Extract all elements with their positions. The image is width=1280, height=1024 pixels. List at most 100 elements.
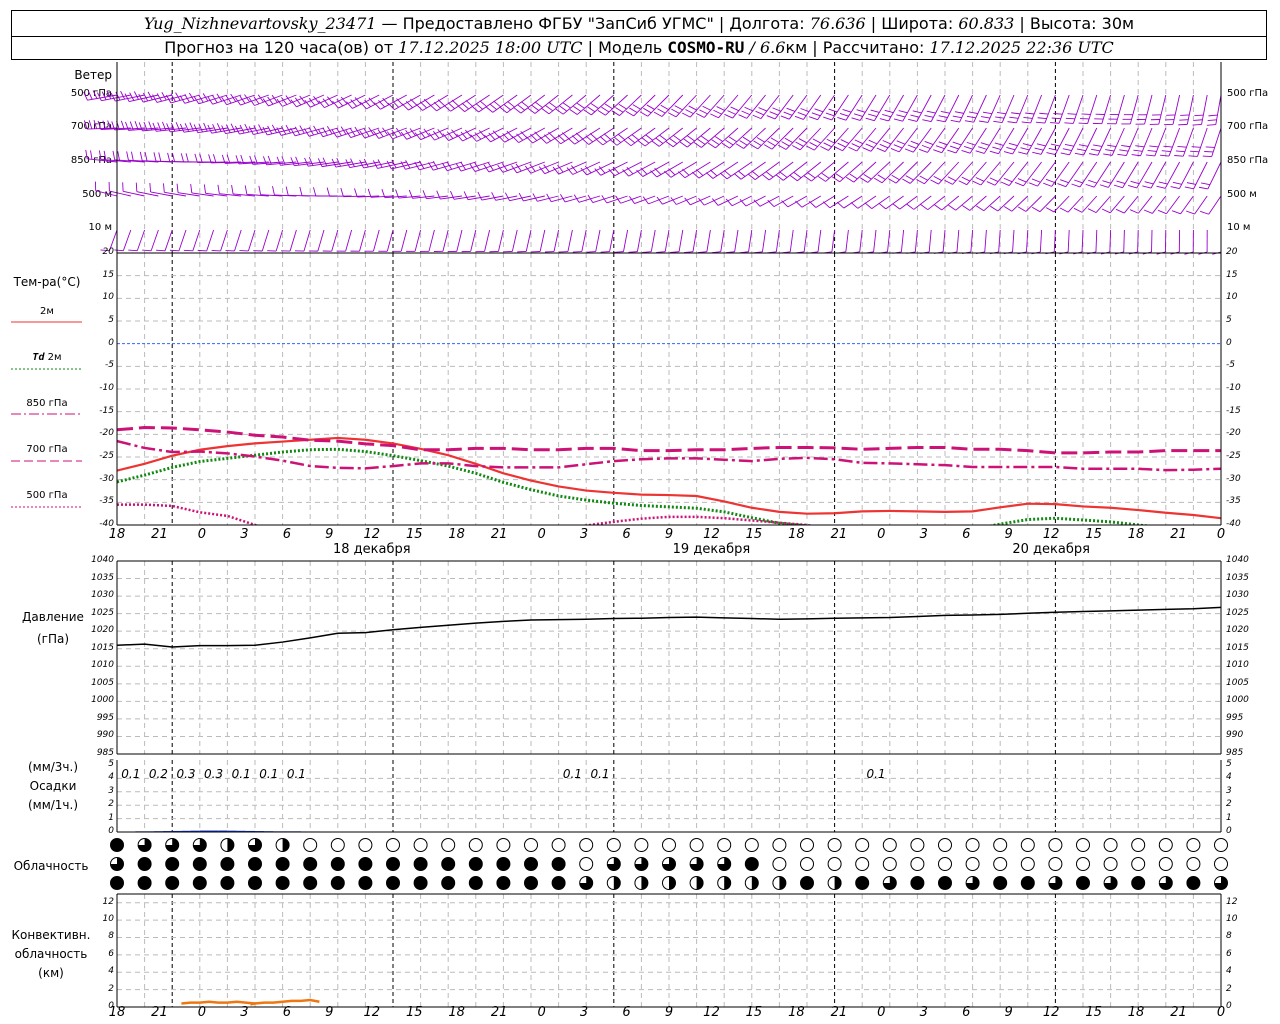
cloud-symbol-outline (1103, 857, 1118, 871)
wind-barb-feather (723, 169, 732, 177)
cloud-symbol-fill (220, 876, 234, 890)
wind-barb-staff (706, 229, 711, 252)
wind-barb-feather (567, 137, 576, 145)
cloud-symbol (386, 876, 400, 890)
cloud-symbol-outline (1048, 838, 1063, 852)
wind-barb-feather (842, 108, 852, 113)
wind-barb-feather (1009, 116, 1019, 119)
wind-barb-feather (958, 180, 967, 186)
cloud-symbol (717, 838, 732, 852)
wind-barb-staff (761, 229, 767, 252)
cloud-symbol (827, 857, 842, 871)
wind-barb-staff (386, 229, 394, 252)
cloud-symbol-fill (1021, 876, 1035, 890)
cloud-symbol-outline (441, 838, 456, 852)
wind-barb-feather (947, 176, 957, 182)
wind-barb-feather (714, 136, 723, 142)
wind-barb (406, 229, 422, 252)
wind-barb (1131, 127, 1153, 157)
wind-barb-feather (863, 174, 872, 180)
wind-barb-feather (707, 142, 716, 149)
wind-barb-feather (1008, 142, 1018, 147)
wind-barb-feather (919, 175, 928, 181)
wind-barb (518, 192, 545, 202)
wind-barb-feather (765, 171, 774, 178)
wind-barb-feather (129, 92, 135, 101)
wind-barb-staff (650, 229, 656, 252)
wind-barb-feather (1179, 119, 1189, 121)
wind-barb (1101, 195, 1125, 214)
wind-barb-feather (1105, 149, 1115, 152)
wind-barb-feather (1036, 143, 1046, 147)
wind-barb-feather (891, 174, 900, 181)
wind-barb-feather (982, 111, 992, 115)
wind-barb (836, 229, 849, 254)
wind-barb-staff (1053, 229, 1056, 252)
wind-barb (558, 229, 573, 253)
cloud-symbol-fill (641, 876, 648, 890)
wind-barb (753, 195, 780, 207)
wind-barb-feather (581, 138, 590, 145)
cloud-symbol (634, 876, 649, 890)
wind-barb-feather (835, 173, 844, 179)
conv-xtick-label: 21 (490, 1005, 508, 1020)
wind-barb-staff (247, 229, 256, 252)
conv-ytick-right: 2 (1226, 983, 1232, 994)
cloud-symbol-fill (227, 838, 234, 852)
wind-barb-feather (1121, 145, 1131, 148)
wind-barb-feather (1180, 114, 1190, 116)
wind-barb-feather (693, 142, 702, 148)
wind-barb-feather (947, 149, 957, 154)
wind-barb (1164, 94, 1181, 126)
wind-barb-feather (669, 138, 678, 145)
wind-barb-feather (821, 172, 830, 179)
wind-barb-feather (1060, 152, 1070, 156)
wind-barb-feather (964, 145, 973, 150)
temp-xtick-label: 0 (1216, 527, 1226, 542)
wind-barb-feather (966, 115, 976, 119)
cloud-symbol-fill (193, 857, 207, 871)
wind-barb-feather (1003, 177, 1013, 183)
wind-barb-feather (185, 153, 189, 163)
wind-barb-feather (525, 136, 533, 144)
wind-barb-feather (130, 151, 134, 161)
wind-barb-feather (879, 143, 889, 149)
cloud-symbol (358, 838, 373, 852)
cloud-symbol (386, 838, 400, 852)
cloud-symbol-fill (441, 876, 455, 890)
wind-barb-feather (1076, 148, 1086, 152)
wind-barb-feather (429, 104, 437, 112)
cloud-symbol (220, 838, 235, 852)
wind-barb-feather (756, 137, 765, 143)
wind-barb (1099, 161, 1125, 188)
wind-barb-feather (935, 145, 945, 150)
wind-barb-feather (862, 147, 872, 152)
temp-xtick-label: 0 (537, 527, 546, 542)
wind-barb-feather (518, 192, 524, 202)
precip-ytick-left: 1 (108, 812, 114, 823)
wind-barb-feather (107, 120, 111, 130)
wind-barb-feather (299, 186, 303, 196)
wind-barb (936, 94, 960, 123)
cloud-symbol-outline (993, 857, 1008, 871)
cloud-symbol (137, 857, 152, 871)
conv-xtick-label: 9 (664, 1005, 674, 1020)
cloud-symbol (110, 876, 124, 890)
wind-barb-feather (391, 159, 397, 168)
wind-barb (725, 229, 739, 254)
wind-barb-feather (952, 115, 962, 119)
wind-barb-feather (674, 105, 683, 111)
wind-barb-staff (567, 229, 573, 252)
wind-barb-feather (1017, 206, 1027, 212)
wind-barb-feather (489, 103, 497, 110)
cloud-symbol-outline (855, 838, 870, 852)
wind-barb (239, 229, 256, 252)
cloud-symbol-outline (1076, 838, 1090, 852)
wind-barb-feather (1034, 147, 1044, 151)
wind-barb-staff (1137, 229, 1139, 253)
cloud-symbol (1186, 838, 1201, 852)
wind-barb-feather (1175, 150, 1185, 153)
precip-ytick-left: 5 (108, 759, 114, 769)
wind-barb-feather (613, 136, 622, 143)
wind-barb-feather (1177, 146, 1187, 148)
